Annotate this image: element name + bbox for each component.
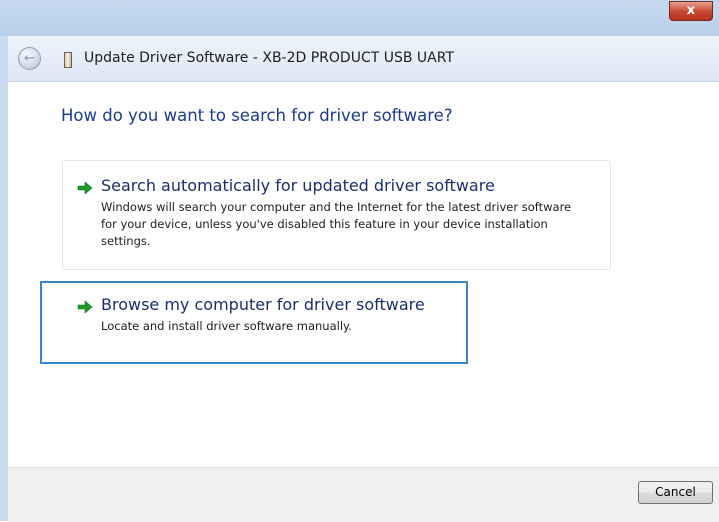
wizard-title: Update Driver Software - XB-2D PRODUCT U… xyxy=(84,50,455,66)
option-title: Browse my computer for driver software xyxy=(101,295,425,314)
page-question: How do you want to search for driver sof… xyxy=(61,106,453,125)
window-frame: x ← Update Driver Software - XB-2D PRODU… xyxy=(0,0,719,522)
option-description: Locate and install driver software manua… xyxy=(101,318,352,335)
wizard-content: How do you want to search for driver sof… xyxy=(8,82,719,467)
wizard-header: ← Update Driver Software - XB-2D PRODUCT… xyxy=(8,36,719,82)
green-arrow-icon xyxy=(77,181,93,195)
cancel-button[interactable]: Cancel xyxy=(638,481,713,504)
title-bar: x xyxy=(0,0,719,36)
option-browse-computer[interactable]: Browse my computer for driver software L… xyxy=(40,281,468,364)
option-search-automatically[interactable]: Search automatically for updated driver … xyxy=(62,160,611,270)
wizard-footer: Cancel xyxy=(8,467,719,522)
back-button[interactable]: ← xyxy=(18,47,41,70)
option-description-line: for your device, unless you've disabled … xyxy=(101,217,548,231)
back-arrow-icon: ← xyxy=(24,51,35,66)
device-icon xyxy=(64,52,72,68)
option-title: Search automatically for updated driver … xyxy=(101,176,495,195)
option-description-line: Windows will search your computer and th… xyxy=(101,200,572,214)
close-icon: x xyxy=(686,3,696,18)
option-description-line: Locate and install driver software manua… xyxy=(101,319,352,333)
green-arrow-icon xyxy=(77,300,93,314)
close-button[interactable]: x xyxy=(669,1,713,21)
option-description: Windows will search your computer and th… xyxy=(101,199,571,250)
option-description-line: settings. xyxy=(101,234,151,248)
